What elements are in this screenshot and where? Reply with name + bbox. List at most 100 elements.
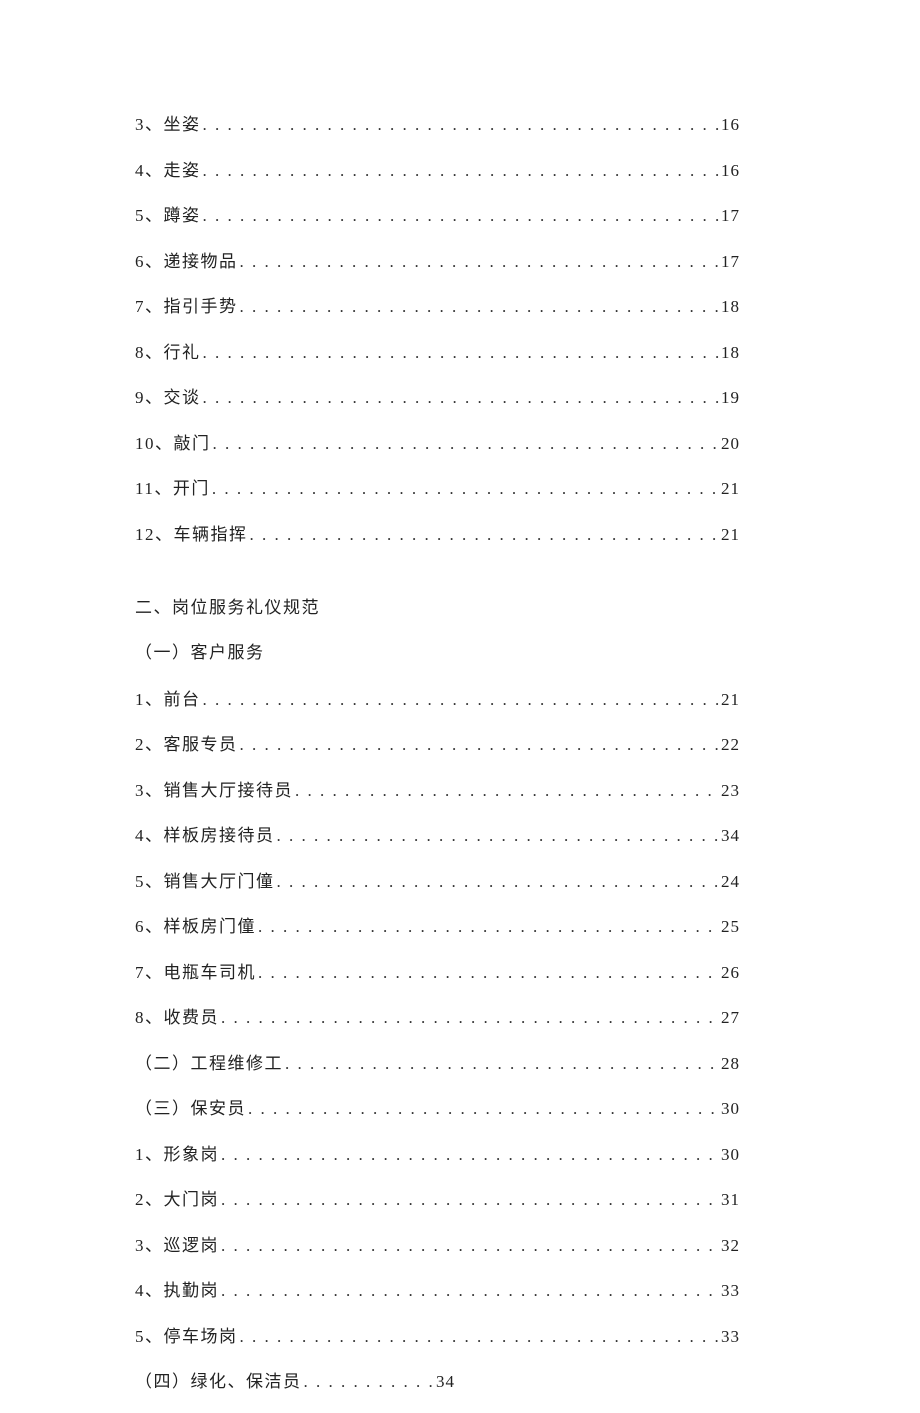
toc-entry: 3、销售大厅接待员 . . . . . . . . . . . . . . . …: [135, 776, 740, 801]
toc-leader: . . . . . . . . . . . . . . . . . . . . …: [203, 115, 720, 135]
heading-text: 二、岗位服务礼仪规范: [135, 598, 320, 617]
toc-label: 4、执勤岗: [135, 1276, 219, 1301]
toc-label: 7、指引手势: [135, 292, 238, 317]
toc-page-number: 21: [721, 690, 740, 710]
toc-leader: . . . . . . . . . . . . . . . . . . . . …: [240, 297, 720, 317]
toc-entry: 3、巡逻岗 . . . . . . . . . . . . . . . . . …: [135, 1231, 740, 1256]
toc-page-number: 16: [721, 161, 740, 181]
toc-page-number: 19: [721, 388, 740, 408]
toc-entry: 4、走姿 . . . . . . . . . . . . . . . . . .…: [135, 156, 740, 181]
toc-leader: . . . . . . . . . . . . . . . . . . . . …: [258, 917, 719, 937]
section-subheading: （一）客户服务: [135, 638, 740, 663]
toc-entry: （四）绿化、保洁员 . . . . . . . . . . . . . . . …: [135, 1367, 455, 1392]
toc-page-number: 17: [721, 206, 740, 226]
toc-label: 2、客服专员: [135, 730, 238, 755]
toc-entry: 7、电瓶车司机 . . . . . . . . . . . . . . . . …: [135, 958, 740, 983]
toc-label: 10、敲门: [135, 429, 211, 454]
toc-leader: . . . . . . . . . . . . . . . . . . . . …: [221, 1145, 719, 1165]
toc-page-number: 28: [721, 1054, 740, 1074]
toc-page-number: 25: [721, 917, 740, 937]
toc-leader: . . . . . . . . . . . . . . . . . . . . …: [203, 690, 720, 710]
toc-leader: . . . . . . . . . . . . . . . . . . . . …: [250, 525, 720, 545]
toc-entry: 6、样板房门僮 . . . . . . . . . . . . . . . . …: [135, 912, 740, 937]
toc-page-number: 31: [721, 1190, 740, 1210]
toc-label: 9、交谈: [135, 383, 201, 408]
toc-entry: 4、执勤岗 . . . . . . . . . . . . . . . . . …: [135, 1276, 740, 1301]
toc-leader: . . . . . . . . . . . . . . . . . . . . …: [212, 479, 719, 499]
toc-leader: . . . . . . . . . . . . . . . . . . . . …: [248, 1099, 719, 1119]
toc-label: 4、走姿: [135, 156, 201, 181]
toc-label: 3、坐姿: [135, 110, 201, 135]
toc-page-number: 30: [721, 1145, 740, 1165]
toc-leader: . . . . . . . . . . . . . . . . . . . . …: [258, 963, 719, 983]
toc-leader: . . . . . . . . . . . . . . . . . . . . …: [221, 1190, 719, 1210]
toc-entry: 2、客服专员 . . . . . . . . . . . . . . . . .…: [135, 730, 740, 755]
toc-leader: . . . . . . . . . . . . . . . . . . . . …: [277, 826, 720, 846]
toc-page-number: 20: [721, 434, 740, 454]
toc-page-number: 26: [721, 963, 740, 983]
toc-entry: 12、车辆指挥 . . . . . . . . . . . . . . . . …: [135, 520, 740, 545]
toc-entry: （三）保安员 . . . . . . . . . . . . . . . . .…: [135, 1094, 740, 1119]
toc-page-number: 27: [721, 1008, 740, 1028]
toc-leader: . . . . . . . . . . . . . . . . . . . . …: [295, 781, 719, 801]
toc-label: 11、开门: [135, 474, 210, 499]
toc-page-number: 21: [721, 525, 740, 545]
toc-label: 1、形象岗: [135, 1140, 219, 1165]
toc-page-number: 33: [721, 1281, 740, 1301]
toc-leader: . . . . . . . . . . . . . . . . . . . . …: [203, 388, 720, 408]
toc-label: 2、大门岗: [135, 1185, 219, 1210]
toc-page-number: 34: [721, 826, 740, 846]
toc-leader: . . . . . . . . . . . . . . . . . . . . …: [221, 1236, 719, 1256]
toc-label: 8、行礼: [135, 338, 201, 363]
toc-leader: . . . . . . . . . . . . . . . . . . . . …: [304, 1372, 435, 1392]
toc-label: 7、电瓶车司机: [135, 958, 256, 983]
toc-entry: 5、停车场岗 . . . . . . . . . . . . . . . . .…: [135, 1322, 740, 1347]
toc-label: （三）保安员: [135, 1094, 246, 1119]
toc-leader: . . . . . . . . . . . . . . . . . . . . …: [203, 161, 720, 181]
toc-leader: . . . . . . . . . . . . . . . . . . . . …: [203, 206, 720, 226]
toc-label: 8、收费员: [135, 1003, 219, 1028]
subheading-text: （一）客户服务: [135, 643, 265, 662]
toc-leader: . . . . . . . . . . . . . . . . . . . . …: [221, 1281, 719, 1301]
toc-label: 5、停车场岗: [135, 1322, 238, 1347]
toc-entry: 4、样板房接待员 . . . . . . . . . . . . . . . .…: [135, 821, 740, 846]
toc-entry: 9、交谈 . . . . . . . . . . . . . . . . . .…: [135, 383, 740, 408]
document-page: 3、坐姿 . . . . . . . . . . . . . . . . . .…: [0, 0, 920, 1392]
toc-label: 3、销售大厅接待员: [135, 776, 293, 801]
toc-entry: 1、形象岗 . . . . . . . . . . . . . . . . . …: [135, 1140, 740, 1165]
toc-entry: 7、指引手势 . . . . . . . . . . . . . . . . .…: [135, 292, 740, 317]
toc-leader: . . . . . . . . . . . . . . . . . . . . …: [203, 343, 720, 363]
toc-page-number: 33: [721, 1327, 740, 1347]
toc-page-number: 30: [721, 1099, 740, 1119]
toc-label: 5、销售大厅门僮: [135, 867, 275, 892]
toc-label: 6、样板房门僮: [135, 912, 256, 937]
toc-label: （二）工程维修工: [135, 1049, 283, 1074]
toc-label: 3、巡逻岗: [135, 1231, 219, 1256]
toc-label: 12、车辆指挥: [135, 520, 248, 545]
toc-label: 1、前台: [135, 685, 201, 710]
toc-page-number: 18: [721, 297, 740, 317]
toc-page-number: 16: [721, 115, 740, 135]
toc-entry: 3、坐姿 . . . . . . . . . . . . . . . . . .…: [135, 110, 740, 135]
toc-leader: . . . . . . . . . . . . . . . . . . . . …: [240, 735, 720, 755]
toc-page-number: 21: [721, 479, 740, 499]
toc-page-number: 17: [721, 252, 740, 272]
toc-entry: 2、大门岗 . . . . . . . . . . . . . . . . . …: [135, 1185, 740, 1210]
toc-entry: 5、蹲姿 . . . . . . . . . . . . . . . . . .…: [135, 201, 740, 226]
toc-leader: . . . . . . . . . . . . . . . . . . . . …: [285, 1054, 719, 1074]
toc-label: 6、递接物品: [135, 247, 238, 272]
toc-leader: . . . . . . . . . . . . . . . . . . . . …: [240, 252, 720, 272]
toc-page-number: 32: [721, 1236, 740, 1256]
toc-label: 4、样板房接待员: [135, 821, 275, 846]
toc-entry: 8、行礼 . . . . . . . . . . . . . . . . . .…: [135, 338, 740, 363]
toc-entry: 11、开门 . . . . . . . . . . . . . . . . . …: [135, 474, 740, 499]
section-heading: 二、岗位服务礼仪规范: [135, 593, 740, 618]
toc-entry: 5、销售大厅门僮 . . . . . . . . . . . . . . . .…: [135, 867, 740, 892]
toc-entry: 8、收费员 . . . . . . . . . . . . . . . . . …: [135, 1003, 740, 1028]
toc-page-number: 18: [721, 343, 740, 363]
toc-label: （四）绿化、保洁员: [135, 1367, 302, 1392]
toc-entry: 6、递接物品 . . . . . . . . . . . . . . . . .…: [135, 247, 740, 272]
toc-entry: 1、前台 . . . . . . . . . . . . . . . . . .…: [135, 685, 740, 710]
toc-leader: . . . . . . . . . . . . . . . . . . . . …: [277, 872, 720, 892]
toc-page-number: 22: [721, 735, 740, 755]
